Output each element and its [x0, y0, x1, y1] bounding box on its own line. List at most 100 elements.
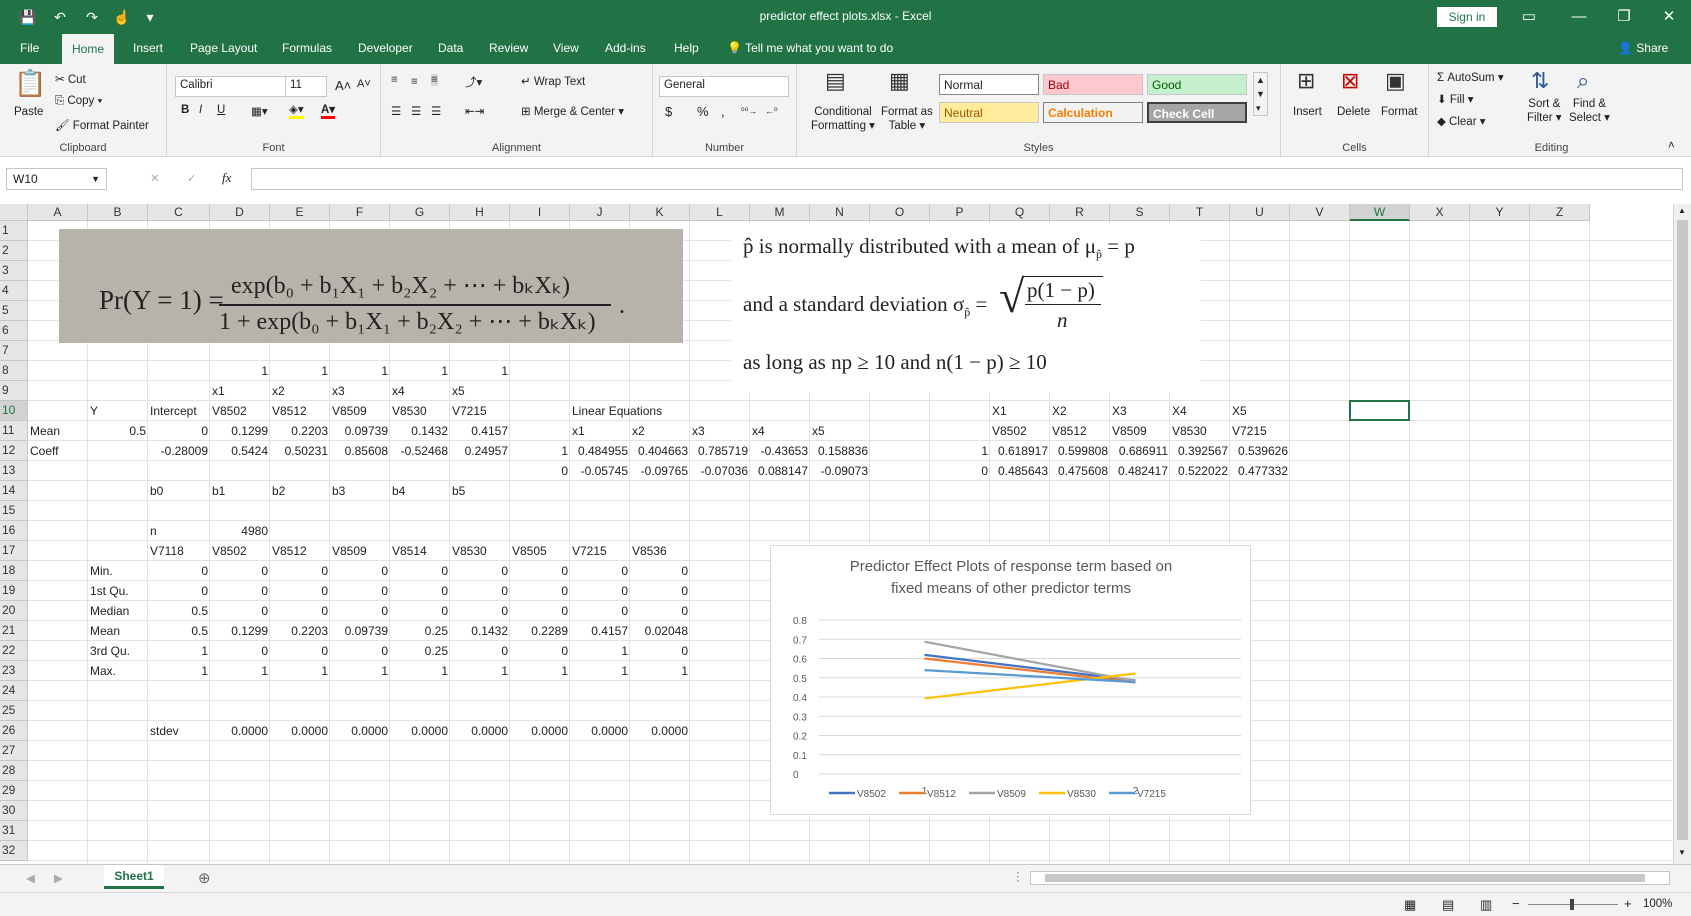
cell-h11[interactable]: 0.4157 — [450, 421, 510, 441]
cell-k26[interactable]: 0.0000 — [630, 721, 690, 741]
cell-e9[interactable]: x2 — [270, 381, 330, 401]
cell-t11[interactable]: V8530 — [1170, 421, 1230, 441]
row-header-11[interactable]: 11 — [0, 421, 28, 441]
paste-button[interactable]: Paste — [14, 106, 43, 118]
cell-b21[interactable]: Mean — [88, 621, 148, 641]
split-handle-icon[interactable]: ⋮ — [1012, 869, 1024, 883]
fill-button[interactable]: ⬇ Fill ▾ — [1437, 92, 1474, 106]
cell-b23[interactable]: Max. — [88, 661, 148, 681]
cell-c14[interactable]: b0 — [148, 481, 210, 501]
cell-q13[interactable]: 0.485643 — [990, 461, 1050, 481]
style-bad[interactable]: Bad — [1043, 74, 1143, 95]
share-button[interactable]: 👤 Share — [1618, 41, 1668, 55]
cell-l11[interactable]: x3 — [690, 421, 750, 441]
cell-e17[interactable]: V8512 — [270, 541, 330, 561]
cell-c23[interactable]: 1 — [148, 661, 210, 681]
name-box[interactable]: W10 ▼ — [6, 168, 107, 190]
cell-b10[interactable]: Y — [88, 401, 148, 421]
tab-home[interactable]: Home — [62, 34, 115, 64]
cell-j19[interactable]: 0 — [570, 581, 630, 601]
cell-u12[interactable]: 0.539626 — [1230, 441, 1290, 461]
bottom-align-icon[interactable]: ≡ — [431, 74, 438, 86]
style-good[interactable]: Good — [1147, 74, 1247, 95]
row-header-28[interactable]: 28 — [0, 761, 28, 781]
cell-k23[interactable]: 1 — [630, 661, 690, 681]
cell-i26[interactable]: 0.0000 — [510, 721, 570, 741]
cell-d12[interactable]: 0.5424 — [210, 441, 270, 461]
row-header-23[interactable]: 23 — [0, 661, 28, 681]
cell-u13[interactable]: 0.477332 — [1230, 461, 1290, 481]
cell-e21[interactable]: 0.2203 — [270, 621, 330, 641]
cell-a11[interactable]: Mean — [28, 421, 88, 441]
italic-button[interactable]: I — [199, 104, 202, 116]
insert-function-icon[interactable]: fx — [222, 170, 231, 186]
cell-c12[interactable]: -0.28009 — [148, 441, 210, 461]
cell-k12[interactable]: 0.404663 — [630, 441, 690, 461]
prev-sheet-icon[interactable]: ◀ — [26, 871, 35, 885]
cell-c16[interactable]: n — [148, 521, 210, 541]
cell-f26[interactable]: 0.0000 — [330, 721, 390, 741]
page-break-view-icon[interactable]: ▥ — [1480, 897, 1492, 913]
comma-button[interactable]: , — [721, 104, 725, 119]
cell-j13[interactable]: -0.05745 — [570, 461, 630, 481]
cell-s11[interactable]: V8509 — [1110, 421, 1170, 441]
row-header-7[interactable]: 7 — [0, 341, 28, 361]
cell-r11[interactable]: V8512 — [1050, 421, 1110, 441]
cell-f10[interactable]: V8509 — [330, 401, 390, 421]
cell-b18[interactable]: Min. — [88, 561, 148, 581]
format-as-table-button[interactable]: Format as Table ▾ — [881, 106, 933, 132]
borders-icon[interactable]: ▦▾ — [251, 104, 268, 118]
cell-g14[interactable]: b4 — [390, 481, 450, 501]
logistic-formula-image[interactable]: Pr(Y = 1) = exp(b₀ + b₁X₁ + b₂X₂ + ⋯ + b… — [59, 229, 683, 343]
horizontal-scroll-thumb[interactable] — [1045, 874, 1645, 882]
add-sheet-icon[interactable]: ⊕ — [198, 869, 211, 887]
insert-cells-icon[interactable]: ⊞ — [1297, 68, 1315, 94]
cell-g8[interactable]: 1 — [390, 361, 450, 381]
cell-g26[interactable]: 0.0000 — [390, 721, 450, 741]
row-header-17[interactable]: 17 — [0, 541, 28, 561]
column-header-s[interactable]: S — [1110, 204, 1170, 221]
sort-filter-icon[interactable]: ⇅ — [1531, 68, 1549, 94]
cell-f12[interactable]: 0.85608 — [330, 441, 390, 461]
row-header-3[interactable]: 3 — [0, 261, 28, 281]
cell-d11[interactable]: 0.1299 — [210, 421, 270, 441]
tab-page-layout[interactable]: Page Layout — [190, 41, 257, 55]
indent-icon[interactable]: ⇤⇥ — [465, 104, 484, 118]
cell-g17[interactable]: V8514 — [390, 541, 450, 561]
next-sheet-icon[interactable]: ▶ — [54, 871, 63, 885]
cell-j18[interactable]: 0 — [570, 561, 630, 581]
column-header-q[interactable]: Q — [990, 204, 1050, 221]
decrease-font-icon[interactable]: A˅ — [357, 78, 371, 90]
cell-j22[interactable]: 1 — [570, 641, 630, 661]
sign-in-button[interactable]: Sign in — [1437, 7, 1497, 27]
cell-e22[interactable]: 0 — [270, 641, 330, 661]
cell-b11[interactable]: 0.5 — [88, 421, 148, 441]
cell-c17[interactable]: V7118 — [148, 541, 210, 561]
row-header-27[interactable]: 27 — [0, 741, 28, 761]
cell-i12[interactable]: 1 — [510, 441, 570, 461]
cell-j17[interactable]: V7215 — [570, 541, 630, 561]
cell-d21[interactable]: 0.1299 — [210, 621, 270, 641]
cell-b22[interactable]: 3rd Qu. — [88, 641, 148, 661]
increase-font-icon[interactable]: A˄ — [335, 78, 351, 93]
zoom-slider-thumb[interactable] — [1570, 899, 1574, 910]
find-select-icon[interactable]: ⌕ — [1577, 68, 1589, 94]
cell-j21[interactable]: 0.4157 — [570, 621, 630, 641]
cell-g12[interactable]: -0.52468 — [390, 441, 450, 461]
cell-g22[interactable]: 0.25 — [390, 641, 450, 661]
cell-j12[interactable]: 0.484955 — [570, 441, 630, 461]
cell-p12[interactable]: 1 — [930, 441, 990, 461]
cell-m11[interactable]: x4 — [750, 421, 810, 441]
cell-d8[interactable]: 1 — [210, 361, 270, 381]
column-header-c[interactable]: C — [148, 204, 210, 221]
align-right-icon[interactable]: ☰ — [431, 104, 441, 118]
cell-h19[interactable]: 0 — [450, 581, 510, 601]
restore-button[interactable]: ❐ — [1602, 0, 1646, 34]
cell-l12[interactable]: 0.785719 — [690, 441, 750, 461]
cell-d18[interactable]: 0 — [210, 561, 270, 581]
font-name-select[interactable]: Calibri — [175, 76, 287, 97]
collapse-ribbon-icon[interactable]: ˄ — [1668, 140, 1675, 152]
conditional-formatting-button[interactable]: Conditional Formatting ▾ — [811, 106, 875, 132]
column-header-x[interactable]: X — [1410, 204, 1470, 221]
cell-c19[interactable]: 0 — [148, 581, 210, 601]
